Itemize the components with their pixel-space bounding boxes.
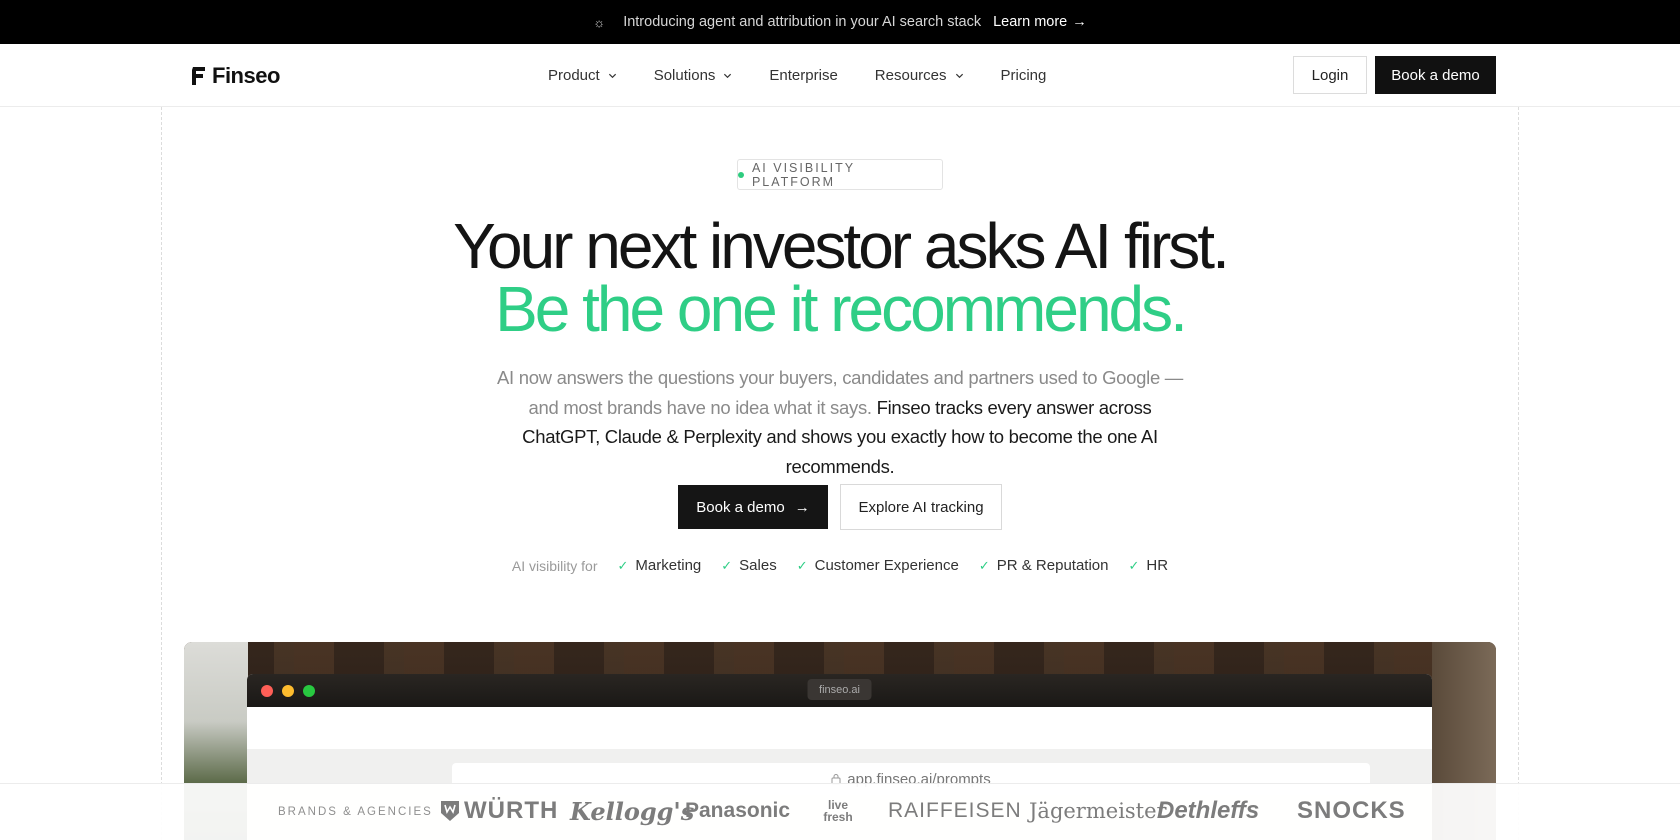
minimize-icon: [282, 684, 294, 697]
nav-item-label: Pricing: [1000, 67, 1047, 84]
chevron-down-icon: [955, 73, 963, 79]
hero-headline: Your next investor asks AI first.: [453, 210, 1230, 282]
check-icon: ✓: [796, 557, 808, 573]
usecase-label: HR: [1146, 557, 1169, 574]
check-icon: ✓: [1128, 557, 1140, 573]
nav-item-label: Enterprise: [769, 67, 838, 84]
main-menu: Product Solutions Enterprise Resources P…: [548, 44, 1046, 107]
explore-ai-tracking-button[interactable]: Explore AI tracking: [840, 484, 1002, 530]
sparkle-icon: ☼: [593, 14, 606, 30]
logo-wurth: WÜRTH: [440, 796, 558, 826]
close-icon: [261, 684, 273, 697]
platform-badge: AI VISIBILITY PLATFORM: [737, 159, 943, 190]
nav-item-label: Solutions: [653, 67, 716, 84]
maximize-icon: [303, 684, 315, 697]
window-title: finseo.ai: [807, 679, 872, 700]
usecase-item: ✓ Marketing: [618, 557, 702, 574]
usecase-item: ✓ Customer Experience: [797, 557, 959, 574]
top-nav: Finseo Product Solutions Enterprise Reso…: [0, 44, 1680, 107]
announcement-text: Introducing agent and attribution in you…: [623, 14, 982, 30]
usecase-label: Sales: [739, 557, 777, 574]
brand-logo[interactable]: Finseo: [191, 63, 280, 89]
usecase-label: PR & Reputation: [996, 557, 1109, 574]
brand-name: Finseo: [212, 63, 280, 88]
usecase-lead: AI visibility for: [511, 557, 598, 574]
logo-jagermeister: Jägermeister: [1029, 799, 1167, 823]
finseo-logo-icon: [192, 67, 205, 85]
check-icon: ✓: [978, 557, 990, 573]
logo-raiffeisen: RAIFFEISEN: [888, 799, 1022, 822]
nav-item-label: Resources: [874, 67, 947, 84]
login-button[interactable]: Login: [1293, 56, 1367, 94]
usecase-label: Customer Experience: [814, 557, 959, 574]
nav-item-pricing[interactable]: Pricing: [1001, 67, 1047, 84]
hero-subtitle: AI now answers the questions your buyers…: [490, 363, 1190, 481]
logo-snocks: SNOCKS: [1297, 797, 1406, 824]
nav-item-enterprise[interactable]: Enterprise: [769, 67, 837, 84]
announcement-bar: ☼ Introducing agent and attribution in y…: [0, 0, 1680, 44]
learn-more-link[interactable]: Learn more →: [993, 14, 1087, 30]
usecase-item: ✓ HR: [1128, 557, 1168, 574]
badge-label: AI VISIBILITY PLATFORM: [751, 160, 855, 189]
check-icon: ✓: [721, 557, 733, 573]
arrow-right-icon: →: [1072, 14, 1087, 30]
check-icon: ✓: [617, 557, 629, 573]
logo-dethleffs: Dethleffs: [1157, 797, 1260, 824]
logo-panasonic: Panasonic: [685, 799, 791, 822]
usecase-list: AI visibility for ✓ Marketing ✓ Sales ✓ Cus…: [0, 557, 1680, 574]
usecase-item: ✓ PR & Reputation: [979, 557, 1109, 574]
logos-label: BRANDS & AGENCIES: [278, 806, 433, 818]
nav-item-solutions[interactable]: Solutions: [654, 67, 733, 84]
nav-item-product[interactable]: Product: [548, 67, 617, 84]
chevron-down-icon: [608, 73, 616, 79]
usecase-item: ✓ Sales: [721, 557, 776, 574]
logo-livefresh: live fresh: [823, 798, 853, 824]
chevron-down-icon: [724, 73, 732, 79]
book-demo-nav-button[interactable]: Book a demo: [1375, 56, 1496, 94]
usecase-label: Marketing: [635, 557, 702, 574]
learn-more-label: Learn more: [993, 14, 1068, 30]
wurth-mark-icon: [441, 801, 459, 821]
book-demo-button[interactable]: Book a demo →: [678, 485, 828, 529]
logo-kelloggs: Kellogg's: [570, 796, 695, 826]
brand-logo-strip: BRANDS & AGENCIES WÜRTH Kellogg's Panaso…: [0, 783, 1680, 840]
window-controls: [261, 684, 315, 697]
book-demo-label: Book a demo: [696, 498, 785, 516]
nav-item-resources[interactable]: Resources: [875, 67, 964, 84]
status-dot-icon: [738, 171, 744, 178]
hero-headline-accent: Be the one it recommends.: [495, 273, 1188, 345]
nav-item-label: Product: [548, 67, 600, 84]
browser-titlebar: finseo.ai: [247, 674, 1432, 707]
arrow-right-icon: →: [794, 498, 810, 516]
